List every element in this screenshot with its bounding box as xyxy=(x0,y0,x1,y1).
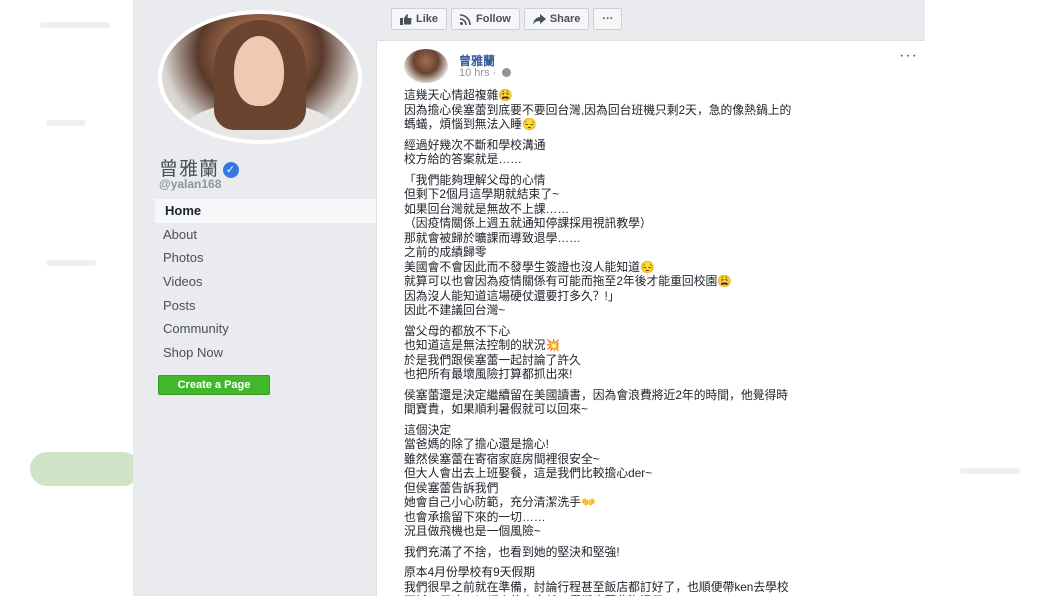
post-text-line: 原本4月份學校有9天假期 xyxy=(404,565,536,579)
post-paragraph: 這幾天心情超複雜😩 因為擔心侯塞蕾到底要不要回台灣,因為回台班機只剩2天，急的像熱… xyxy=(404,88,919,132)
post-text-line: 「我們能夠理解父母的心情 xyxy=(404,172,546,187)
facebook-page: 曾雅蘭 ✓ @yalan168 Home About Photos Videos … xyxy=(133,0,925,596)
nav-item-shop-now[interactable]: Shop Now xyxy=(153,341,376,365)
post-text-line: 於是我們跟侯塞蕾一起討論了許久 xyxy=(404,352,581,367)
page-handle[interactable]: @yalan168 xyxy=(159,177,221,191)
post-author-avatar[interactable] xyxy=(404,49,448,83)
post-text-line: 我們充滿了不捨，也看到她的堅決和堅強! xyxy=(404,544,620,559)
background-blur xyxy=(960,468,1020,474)
post-text-line: 也把所有最壞風險打算都抓出來! xyxy=(404,367,573,381)
post-text-line: 但侯塞蕾告訴我們 xyxy=(404,480,499,495)
background-blur xyxy=(46,120,86,126)
post-text-line: （因疫情關係上週五就通知停課採用視訊教學） xyxy=(404,216,652,230)
background-blur xyxy=(30,452,140,486)
like-label: Like xyxy=(416,13,439,25)
profile-picture[interactable] xyxy=(158,10,362,144)
nav-item-videos[interactable]: Videos xyxy=(153,270,376,294)
post-text-line: 螞蟻，煩惱到無法入睡😔 xyxy=(404,117,537,131)
post-text-line: 當爸媽的除了擔心還是擔心! xyxy=(404,437,549,451)
post-timestamp[interactable]: 10 hrs · xyxy=(459,67,512,79)
verified-badge-icon: ✓ xyxy=(223,162,240,178)
follow-label: Follow xyxy=(476,13,511,25)
rss-icon xyxy=(460,13,471,25)
create-page-button[interactable]: Create a Page xyxy=(158,375,270,395)
nav-item-home[interactable]: Home xyxy=(153,199,376,223)
share-arrow-icon xyxy=(532,13,546,25)
post-text-line: 那就會被歸於曠課而導致退學…… xyxy=(404,230,581,245)
post-text-line: 我們很早之前就在準備，討論行程甚至飯店都訂好了，也順便帶ken去學校 xyxy=(404,579,789,594)
post-text-line: 她會自己小心防範，充分清潔洗手👐 xyxy=(404,495,596,509)
post-text-line: 美國會不會因此而不發學生簽證也沒人能知道😔 xyxy=(404,259,655,274)
thumbs-up-icon xyxy=(400,13,412,25)
post-paragraph: 原本4月份學校有9天假期 我們很早之前就在準備，討論行程甚至飯店都訂好了，也順便帶… xyxy=(404,565,919,596)
page-nav: Home About Photos Videos Posts Community… xyxy=(153,199,376,365)
like-button[interactable]: Like xyxy=(391,8,448,30)
post-text-line: 如果回台灣就是無故不上課…… xyxy=(404,201,570,216)
post-text-line: 因為擔心侯塞蕾到底要不要回台灣,因為回台班機只剩2天，急的像熱鍋上的 xyxy=(404,102,792,117)
post-paragraph: 「我們能夠理解父母的心情 但剩下2個月這學期就結束了~ 如果回台灣就是無故不上課……… xyxy=(404,173,919,318)
post-text-line: 之前的成績歸零 xyxy=(404,245,487,259)
nav-item-photos[interactable]: Photos xyxy=(153,246,376,270)
post-text-line: 況且做飛機也是一個風險~ xyxy=(404,524,541,538)
globe-icon xyxy=(502,68,512,77)
post-body: 這幾天心情超複雜😩 因為擔心侯塞蕾到底要不要回台灣,因為回台班機只剩2天，急的像熱… xyxy=(404,88,919,596)
post-text-line: 當父母的都放不下心 xyxy=(404,323,511,338)
post-paragraph: 侯塞蕾還是決定繼續留在美國讀書，因為會浪費將近2年的時間，他覺得時 間寶貴，如果順… xyxy=(404,388,919,417)
nav-item-about[interactable]: About xyxy=(153,223,376,247)
post-time-text: 10 hrs · xyxy=(459,67,500,79)
photo-face xyxy=(234,36,284,106)
post-text-line: 侯塞蕾還是決定繼續留在美國讀書，因為會浪費將近2年的時間，他覺得時 xyxy=(404,387,789,402)
post-text-line: 這個決定 xyxy=(404,422,452,437)
post-text-line: 就算可以也會因為疫情關係有可能而拖至2年後才能重回校園😩 xyxy=(404,274,732,288)
background-blur xyxy=(40,22,110,28)
post-text-line: 經過好幾次不斷和學校溝通 xyxy=(404,137,546,152)
nav-item-community[interactable]: Community xyxy=(153,317,376,341)
share-label: Share xyxy=(549,13,581,25)
profile-photo xyxy=(162,14,358,140)
post-paragraph: 當父母的都放不下心 也知道這是無法控制的狀況💥 於是我們跟侯塞蕾一起討論了許久 也把所… xyxy=(404,324,919,382)
post-text-line: 因此不建議回台灣~ xyxy=(404,303,506,317)
post-text-line: 也知道這是無法控制的狀況💥 xyxy=(404,338,561,352)
follow-button[interactable]: Follow xyxy=(451,8,520,30)
post-paragraph: 經過好幾次不斷和學校溝通 校方給的答案就是…… xyxy=(404,138,919,167)
post-text-line: 也會承擔留下來的一切…… xyxy=(404,509,546,524)
post-text-line: 但剩下2個月這學期就結束了~ xyxy=(404,187,560,201)
page-action-toolbar: Like Follow Share ··· xyxy=(391,8,626,30)
post-text-line: 雖然侯塞蕾在寄宿家庭房間裡很安全~ xyxy=(404,451,600,466)
more-options-button[interactable]: ··· xyxy=(593,8,623,30)
nav-item-posts[interactable]: Posts xyxy=(153,294,376,318)
post-paragraph: 我們充滿了不捨，也看到她的堅決和堅強! xyxy=(404,545,919,560)
post-card: 曾雅蘭 10 hrs · ··· 這幾天心情超複雜😩 因為擔心侯塞蕾到底要不要回台… xyxy=(376,40,925,596)
background-blur xyxy=(46,260,96,266)
post-text-line: 但大人會出去上班娶餐，這是我們比較擔心der~ xyxy=(404,466,653,480)
post-text-line: 這幾天心情超複雜😩 xyxy=(404,88,514,102)
share-button[interactable]: Share xyxy=(523,8,590,30)
post-text-line: 校方給的答案就是…… xyxy=(404,152,522,166)
post-text-line: 間寶貴，如果順利暑假就可以回來~ xyxy=(404,402,588,416)
post-paragraph: 這個決定 當爸媽的除了擔心還是擔心! 雖然侯塞蕾在寄宿家庭房間裡很安全~ 但大人會出去… xyxy=(404,423,919,539)
post-text-line: 因為沒人能知道這場硬仗還要打多久？!」 xyxy=(404,288,620,303)
post-options-icon[interactable]: ··· xyxy=(899,47,918,65)
left-column: 曾雅蘭 ✓ @yalan168 Home About Photos Videos … xyxy=(133,0,376,596)
